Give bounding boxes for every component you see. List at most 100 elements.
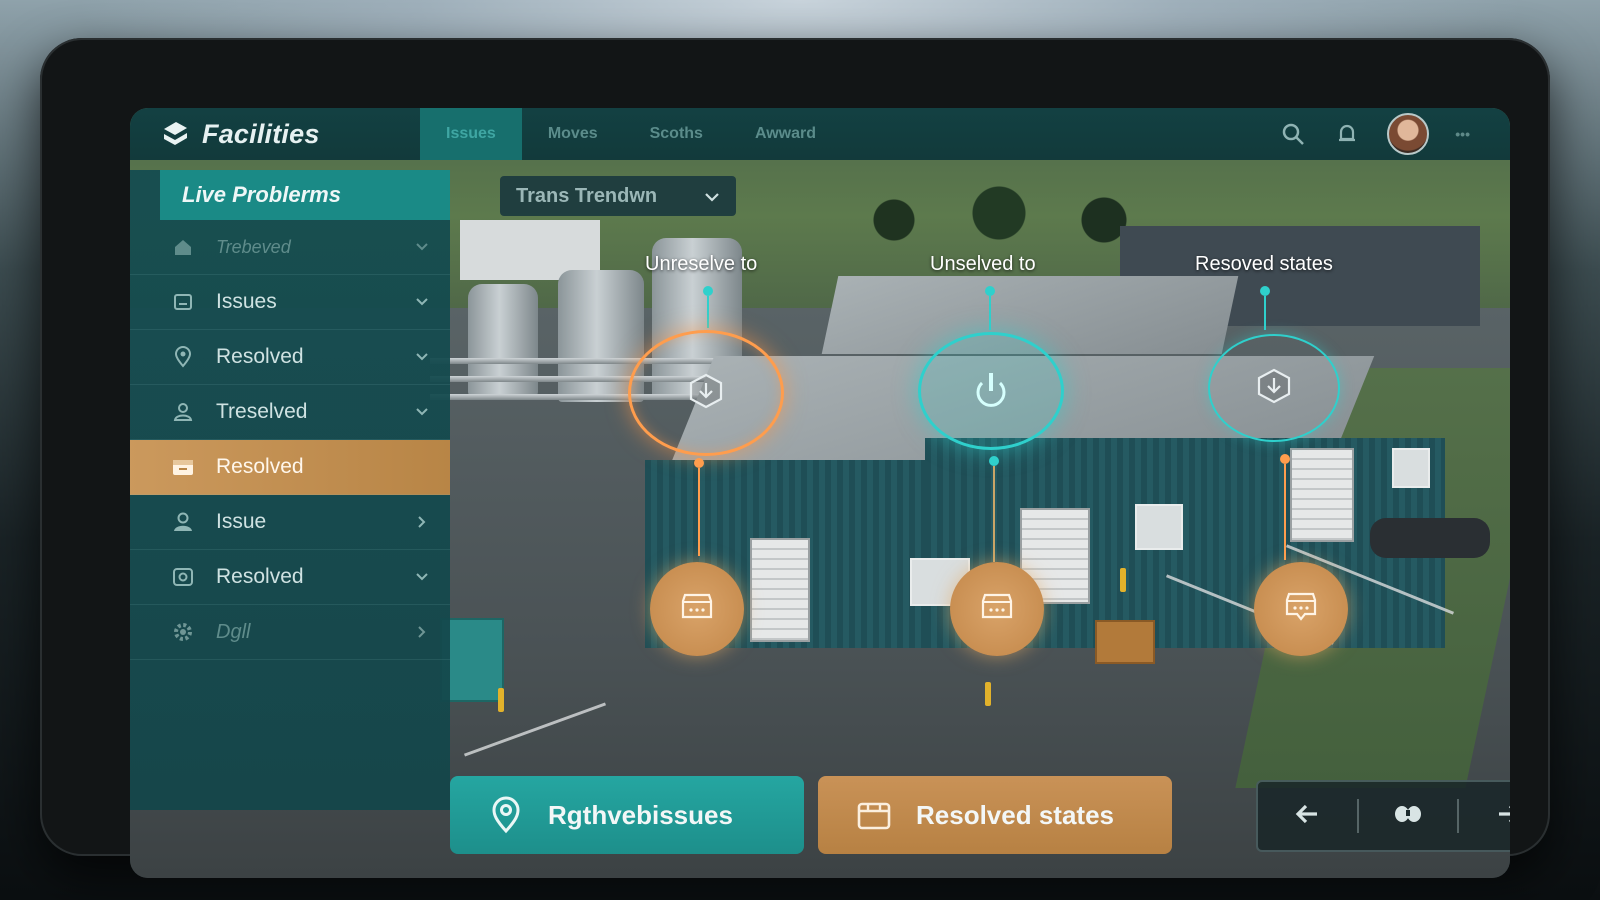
- hotspot-connector: [989, 296, 991, 330]
- search-icon[interactable]: [1279, 120, 1307, 148]
- hotspot-ring-active[interactable]: [918, 332, 1064, 450]
- sidebar-item-label: Trebeved: [216, 236, 291, 257]
- right-issues-button[interactable]: Rgthvebissues: [450, 776, 804, 854]
- hotspot-ring-unresolved[interactable]: [628, 330, 784, 456]
- previous-button[interactable]: [1258, 782, 1357, 850]
- sidebar-item-resolved-active[interactable]: Resolved: [130, 440, 450, 495]
- chat-ticket-icon: [1281, 588, 1321, 631]
- hotspot-anchor-dot: [694, 458, 704, 468]
- sidebar-item-dgll[interactable]: Dgll: [130, 605, 450, 660]
- user-icon: [170, 399, 196, 425]
- pallet-crate: [1095, 620, 1155, 664]
- avatar[interactable]: [1387, 113, 1430, 155]
- location-pin-icon: [486, 795, 526, 835]
- logo-icon: [158, 117, 192, 151]
- sidebar-item-trebeved[interactable]: Trebeved: [130, 220, 450, 275]
- download-badge-icon: [1254, 366, 1294, 411]
- chevron-down-icon: [414, 572, 430, 582]
- chevron-down-icon: [414, 352, 430, 362]
- hotspot-anchor-dot: [989, 456, 999, 466]
- sidebar-item-label: Issues: [216, 290, 277, 313]
- ticket-icon: [677, 589, 717, 630]
- hotspot-anchor-dot: [703, 286, 713, 296]
- chevron-right-icon: [414, 625, 430, 639]
- window: [1392, 448, 1430, 488]
- hotspot-connector: [1264, 296, 1266, 330]
- hotspot-connector: [993, 466, 995, 562]
- hotspot-connector: [707, 296, 709, 328]
- arrow-right-icon: [1496, 803, 1510, 830]
- chevron-down-icon: [414, 297, 430, 307]
- sidebar: Live Problerms Trebeved Issues Resolved …: [130, 170, 450, 810]
- power-icon: [969, 367, 1013, 416]
- tab-awward[interactable]: Awward: [729, 108, 842, 160]
- pager-controls: [1256, 780, 1510, 852]
- sidebar-item-resolved[interactable]: Resolved: [130, 330, 450, 385]
- sidebar-title: Live Problerms: [182, 182, 341, 207]
- issue-node[interactable]: [650, 562, 744, 656]
- hotspot-label: Unreselve to: [645, 253, 758, 275]
- sidebar-item-label: Resolved: [216, 565, 304, 588]
- box-icon: [170, 454, 196, 480]
- hotspot-connector: [698, 468, 700, 556]
- tablet-device: Facilities Issues Moves Scoths Awward ••…: [40, 38, 1550, 878]
- window: [1135, 504, 1183, 550]
- binoculars-icon: [1393, 803, 1423, 830]
- tab-issues[interactable]: Issues: [420, 108, 522, 160]
- hotspot-ring-resolved[interactable]: [1208, 334, 1340, 442]
- chevron-down-icon: [704, 185, 720, 208]
- app-title: Facilities: [202, 118, 320, 149]
- gear-icon: [170, 619, 196, 645]
- issues-icon: [170, 289, 196, 315]
- brand[interactable]: Facilities: [130, 117, 420, 151]
- filter-dropdown[interactable]: Trans Trendwn: [500, 176, 736, 216]
- sidebar-item-treselved[interactable]: Treselved: [130, 385, 450, 440]
- user-menu[interactable]: •••: [1455, 126, 1470, 142]
- person-icon: [170, 509, 196, 535]
- loading-door: [1290, 448, 1354, 542]
- tab-moves[interactable]: Moves: [522, 108, 624, 160]
- filter-value: Trans Trendwn: [516, 184, 658, 207]
- hotspot-anchor-dot: [1260, 286, 1270, 296]
- hotspot-anchor-dot: [1280, 454, 1290, 464]
- resolved-states-button[interactable]: Resolved states: [818, 776, 1172, 854]
- sidebar-header: Live Problerms: [160, 170, 450, 220]
- parked-car: [1370, 518, 1490, 558]
- hotspot-label: Unselved to: [930, 253, 1036, 275]
- arrow-left-icon: [1294, 803, 1320, 830]
- sidebar-item-issue[interactable]: Issue: [130, 495, 450, 550]
- sidebar-item-label: Issue: [216, 510, 267, 533]
- sidebar-item-issues[interactable]: Issues: [130, 275, 450, 330]
- top-navigation-bar: Facilities Issues Moves Scoths Awward ••…: [130, 108, 1510, 160]
- download-badge-icon: [686, 371, 726, 416]
- tab-scoths[interactable]: Scoths: [624, 108, 729, 160]
- issue-node[interactable]: [950, 562, 1044, 656]
- tab-bar: Issues Moves Scoths Awward: [420, 108, 842, 160]
- view-toggle-button[interactable]: [1359, 782, 1458, 850]
- button-label: Resolved states: [916, 799, 1114, 830]
- ticket-icon: [977, 589, 1017, 630]
- sidebar-item-label: Dgll: [216, 620, 251, 643]
- notification-icon[interactable]: [1333, 120, 1361, 148]
- chevron-down-icon: [414, 407, 430, 417]
- hotspot-anchor-dot: [985, 286, 995, 296]
- bollard: [1120, 568, 1126, 592]
- sidebar-item-resolved-2[interactable]: Resolved: [130, 550, 450, 605]
- sidebar-item-label: Treselved: [216, 400, 308, 423]
- hotspot-connector: [1284, 464, 1286, 560]
- button-label: Rgthvebissues: [548, 799, 733, 830]
- bollard: [985, 682, 991, 706]
- next-button[interactable]: [1459, 782, 1510, 850]
- location-pin-icon: [170, 344, 196, 370]
- sidebar-item-label: Resolved: [216, 345, 304, 368]
- box-icon: [854, 795, 894, 835]
- hotspot-label: Resoved states: [1195, 253, 1333, 275]
- issue-node[interactable]: [1254, 562, 1348, 656]
- screen: Facilities Issues Moves Scoths Awward ••…: [130, 108, 1510, 878]
- settings-icon: [170, 564, 196, 590]
- loading-door: [750, 538, 810, 642]
- chevron-down-icon: [414, 242, 430, 252]
- sidebar-item-label: Resolved: [216, 455, 304, 478]
- bollard: [498, 688, 504, 712]
- chevron-right-icon: [414, 515, 430, 529]
